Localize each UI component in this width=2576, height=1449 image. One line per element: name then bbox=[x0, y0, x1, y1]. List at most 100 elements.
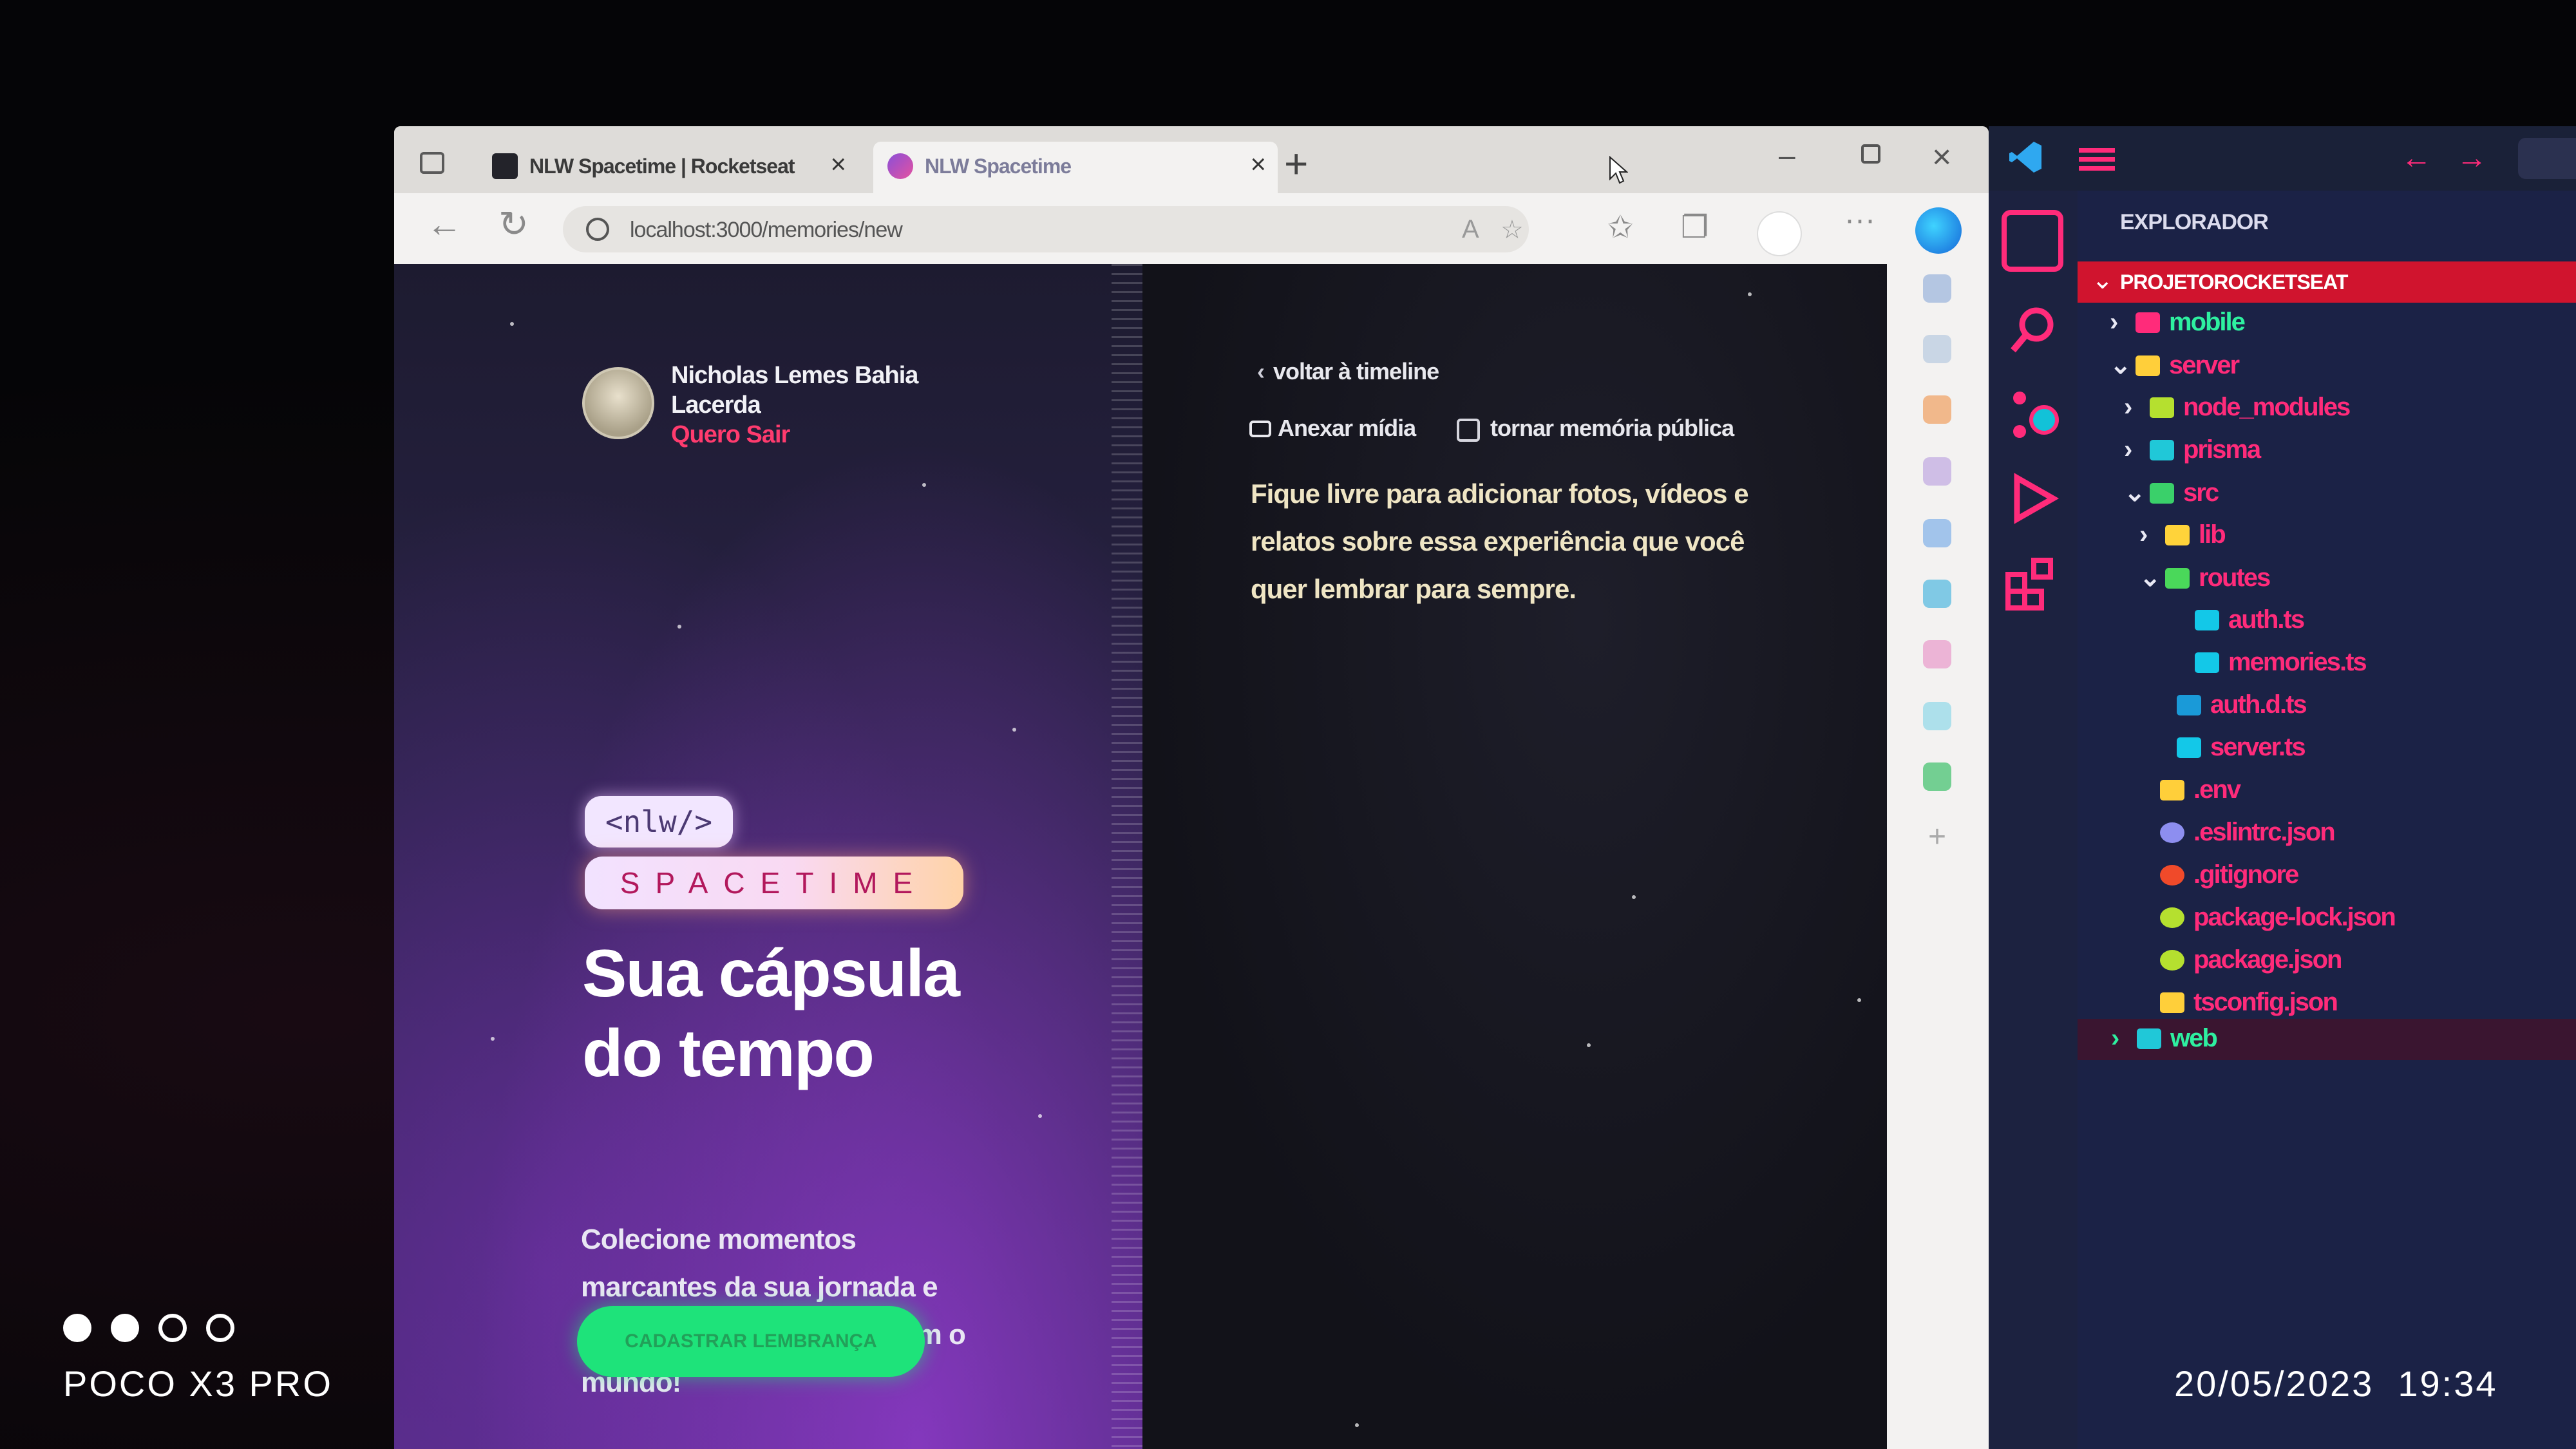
extensions-icon[interactable] bbox=[2002, 551, 2063, 613]
nav-back-icon[interactable]: ← bbox=[2401, 140, 2432, 176]
tab-title: NLW Spacetime | Rocketseat bbox=[529, 155, 795, 178]
tree-item-src[interactable]: ⌄ src bbox=[2124, 478, 2219, 516]
tree-item-server-ts[interactable]: server.ts bbox=[2177, 733, 2306, 772]
command-center[interactable] bbox=[2518, 138, 2576, 179]
tab-rocketseat[interactable]: NLW Spacetime | Rocketseat × bbox=[478, 142, 858, 193]
attach-media-button[interactable]: Anexar mídia bbox=[1249, 415, 1416, 442]
tree-item-label: .gitignore bbox=[2193, 860, 2299, 889]
git-icon bbox=[2160, 865, 2184, 886]
watermark-dot bbox=[111, 1314, 139, 1342]
tree-item-label: src bbox=[2183, 478, 2219, 507]
search-icon[interactable] bbox=[1923, 274, 1951, 303]
designer-icon[interactable] bbox=[1923, 640, 1951, 668]
maximize-icon[interactable] bbox=[1861, 144, 1880, 164]
tsconfig-icon bbox=[2160, 992, 2184, 1013]
tree-item-lib[interactable]: › lib bbox=[2139, 520, 2226, 559]
avatar bbox=[582, 367, 654, 439]
back-arrow-icon[interactable]: ← bbox=[426, 206, 462, 242]
tree-item-web[interactable]: › web bbox=[2111, 1024, 2218, 1063]
minimize-icon[interactable]: – bbox=[1779, 140, 1795, 170]
tree-item-gitignore[interactable]: .gitignore bbox=[2160, 860, 2299, 899]
tree-item-mobile[interactable]: › mobile bbox=[2110, 308, 2246, 346]
tree-item-routes[interactable]: ⌄ routes bbox=[2139, 563, 2271, 601]
tab-actions-icon[interactable] bbox=[420, 152, 444, 174]
create-memory-button[interactable]: CADASTRAR LEMBRANÇA bbox=[577, 1306, 925, 1377]
star bbox=[510, 322, 514, 326]
outlook-icon[interactable] bbox=[1923, 580, 1951, 608]
tree-item-server[interactable]: ⌄ server bbox=[2110, 350, 2240, 389]
tree-item-prisma[interactable]: › prisma bbox=[2124, 435, 2261, 474]
profile-avatar[interactable] bbox=[1758, 213, 1801, 255]
close-window-icon[interactable]: × bbox=[1932, 140, 1951, 174]
tree-item-auth-d-ts[interactable]: auth.d.ts bbox=[2177, 690, 2307, 729]
chevron-down-icon: ⌄ bbox=[2092, 266, 2114, 294]
menu-icon[interactable] bbox=[2079, 148, 2115, 171]
star bbox=[922, 483, 926, 487]
tree-item-eslintrc[interactable]: .eslintrc.json bbox=[2160, 818, 2336, 857]
collections-icon[interactable]: ❐ bbox=[1681, 213, 1709, 243]
reload-icon[interactable]: ↻ bbox=[498, 206, 529, 242]
spotify-icon[interactable] bbox=[1923, 762, 1951, 791]
bing-chat-icon[interactable] bbox=[1915, 207, 1962, 254]
tree-item-label: auth.d.ts bbox=[2210, 690, 2307, 719]
tree-item-node-modules[interactable]: › node_modules bbox=[2124, 393, 2351, 431]
project-name: PROJETOROCKETSEAT bbox=[2120, 270, 2348, 294]
logout-link[interactable]: Quero Sair bbox=[671, 421, 790, 449]
chevron-right-icon: › bbox=[2124, 435, 2132, 464]
folder-icon bbox=[2150, 440, 2174, 460]
tree-item-label: package-lock.json bbox=[2193, 903, 2396, 931]
close-icon[interactable]: × bbox=[830, 151, 846, 178]
photo-timestamp: 20/05/2023 19:34 bbox=[2174, 1363, 2498, 1404]
public-memory-label[interactable]: tornar memória pública bbox=[1490, 415, 1734, 442]
npm-icon bbox=[2160, 907, 2184, 928]
favorites-icon[interactable]: ✩ bbox=[1607, 213, 1633, 243]
folder-icon bbox=[2165, 568, 2190, 589]
tree-item-package-json[interactable]: package.json bbox=[2160, 945, 2342, 984]
url-text[interactable]: localhost:3000/memories/new bbox=[630, 218, 903, 243]
spacetime-logo: SPACETIME bbox=[585, 857, 963, 909]
user-name: Nicholas Lemes Bahia Lacerda bbox=[671, 362, 918, 419]
star bbox=[1748, 292, 1752, 296]
read-aloud-icon[interactable]: A bbox=[1462, 215, 1479, 244]
typescript-file-icon bbox=[2195, 610, 2219, 630]
explorer-icon[interactable] bbox=[2002, 210, 2063, 272]
run-debug-icon[interactable] bbox=[2002, 468, 2063, 529]
tree-item-label: node_modules bbox=[2183, 393, 2351, 421]
tree-item-auth-ts[interactable]: auth.ts bbox=[2195, 605, 2305, 644]
copilot-icon[interactable] bbox=[1923, 519, 1951, 547]
tree-item-package-lock[interactable]: package-lock.json bbox=[2160, 903, 2396, 942]
memory-textarea[interactable]: Fique livre para adicionar fotos, vídeos… bbox=[1251, 470, 1792, 613]
shopping-icon[interactable] bbox=[1923, 395, 1951, 424]
back-to-timeline-link[interactable]: ‹ voltar à timeline bbox=[1257, 358, 1439, 385]
chevron-right-icon: › bbox=[2110, 308, 2118, 336]
source-control-icon[interactable] bbox=[2002, 384, 2063, 446]
add-sidebar-app-icon[interactable]: + bbox=[1923, 822, 1951, 853]
tree-item-label: prisma bbox=[2183, 435, 2261, 464]
games-icon[interactable] bbox=[1923, 457, 1951, 486]
tab-spacetime[interactable]: NLW Spacetime × bbox=[873, 142, 1278, 193]
tools-icon[interactable] bbox=[1923, 335, 1951, 363]
star bbox=[1587, 1043, 1591, 1047]
tree-item-memories-ts[interactable]: memories.ts bbox=[2195, 648, 2367, 687]
tab-title: NLW Spacetime bbox=[925, 155, 1072, 178]
camera-watermark-dots bbox=[63, 1314, 254, 1345]
nav-forward-icon[interactable]: → bbox=[2456, 140, 2487, 176]
site-info-icon[interactable] bbox=[586, 218, 609, 241]
new-tab-button[interactable]: + bbox=[1284, 143, 1308, 184]
folder-icon bbox=[2150, 483, 2174, 504]
watermark-dot bbox=[206, 1314, 234, 1342]
chevron-left-icon: ‹ bbox=[1257, 358, 1265, 384]
chevron-down-icon: ⌄ bbox=[2139, 564, 2161, 592]
public-memory-checkbox[interactable] bbox=[1457, 419, 1480, 442]
add-favorite-icon[interactable]: ☆ bbox=[1501, 215, 1524, 245]
close-icon[interactable]: × bbox=[1250, 151, 1266, 178]
tree-item-tsconfig[interactable]: tsconfig.json bbox=[2160, 988, 2338, 1027]
tree-item-env[interactable]: .env bbox=[2160, 775, 2241, 814]
folder-icon bbox=[2137, 1028, 2161, 1049]
search-icon[interactable] bbox=[2002, 300, 2063, 362]
folder-icon bbox=[2150, 397, 2174, 418]
drop-icon[interactable] bbox=[1923, 702, 1951, 730]
project-root[interactable]: ⌄ PROJETOROCKETSEAT bbox=[2078, 261, 2576, 303]
address-bar[interactable]: localhost:3000/memories/new A ☆ bbox=[563, 206, 1529, 252]
more-options-icon[interactable]: ··· bbox=[1844, 205, 1875, 236]
